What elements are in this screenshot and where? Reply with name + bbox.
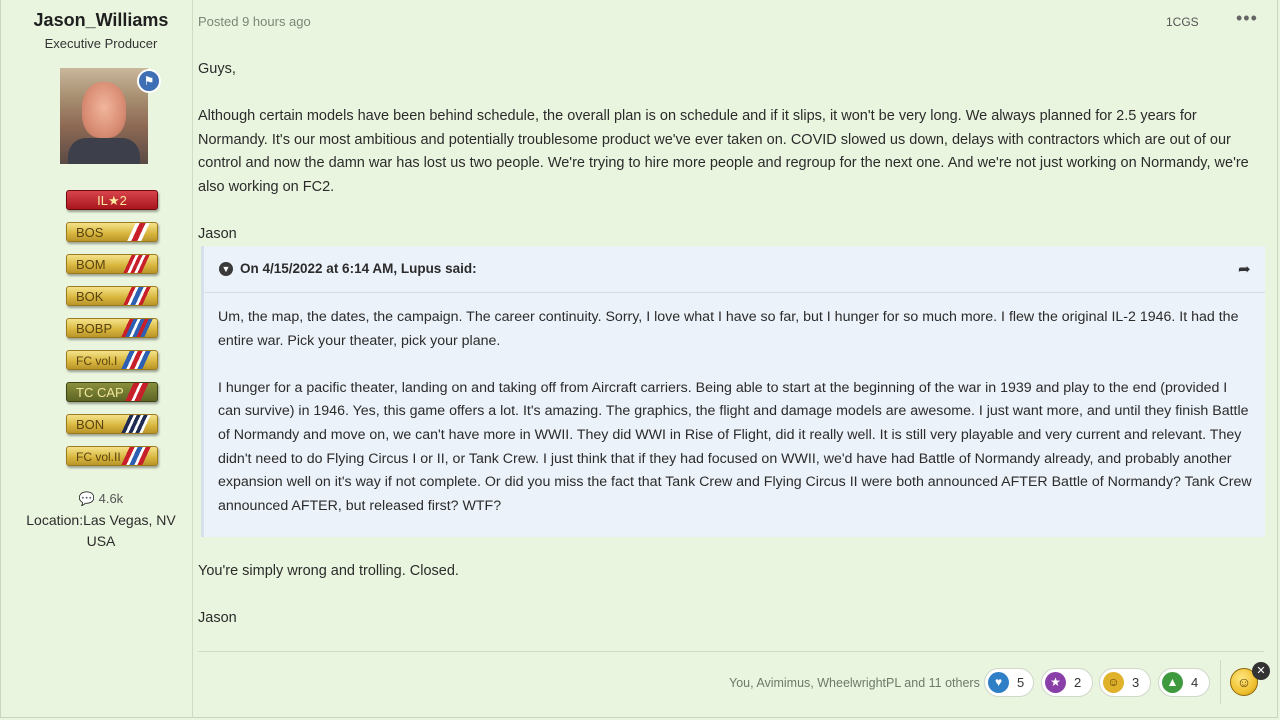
badge-bom[interactable]: BOM [66, 254, 158, 274]
reaction-count: 3 [1132, 675, 1140, 690]
badge-label: TC CAP [76, 385, 124, 400]
close-icon[interactable]: ✕ [1252, 662, 1270, 680]
badge-label: BOM [76, 257, 106, 272]
avatar-shirt [68, 138, 140, 164]
share-arrow-icon[interactable]: ➦ [1238, 260, 1251, 278]
author-title: Executive Producer [44, 36, 158, 51]
badge-label: FC vol.I [76, 354, 118, 368]
post-signature: Jason [198, 226, 237, 243]
post-timestamp[interactable]: Posted 9 hours ago [198, 14, 311, 29]
reaction-trophy[interactable]: ★ 2 [1041, 668, 1093, 697]
surprised-face-icon: ☺ [1103, 672, 1124, 693]
location-value: Las Vegas, NV USA [83, 512, 176, 549]
badge-bon[interactable]: BON [66, 414, 158, 434]
ribbon-stripes [115, 447, 157, 465]
quote-header: ▼ On 4/15/2022 at 6:14 AM, Lupus said: ➦ [204, 246, 1265, 293]
post-content: Guys, Although certain models have been … [198, 58, 1264, 247]
author-name[interactable]: Jason_Williams [9, 10, 193, 31]
reaction-like[interactable]: ♥ 5 [984, 668, 1034, 697]
ribbon-stripes [115, 319, 157, 337]
divider [198, 651, 1264, 652]
upvote-arrow-icon: ▲ [1162, 672, 1183, 693]
reaction-count: 2 [1074, 675, 1082, 690]
reaction-count: 4 [1191, 675, 1199, 690]
reaction-upvote[interactable]: ▲ 4 [1158, 668, 1210, 697]
author-location: Location:Las Vegas, NV USA [21, 510, 181, 552]
badge-bos[interactable]: BOS [66, 222, 158, 242]
avatar-face [82, 82, 126, 138]
heart-icon: ♥ [988, 672, 1009, 693]
quote-paragraph: I hunger for a pacific theater, landing … [218, 379, 1252, 514]
divider [1220, 660, 1221, 704]
reaction-surprised[interactable]: ☺ 3 [1099, 668, 1151, 697]
ribbon-stripes [115, 351, 157, 369]
post-reply: You're simply wrong and trolling. Closed… [198, 560, 1264, 631]
badge-label: FC vol.II [76, 450, 121, 464]
reply-text: You're simply wrong and trolling. Closed… [198, 563, 459, 579]
badge-bobp[interactable]: BOBP [66, 318, 158, 338]
ribbon-stripes [115, 287, 157, 305]
reacted-by-text[interactable]: You, Avimimus, WheelwrightPL and 11 othe… [729, 676, 980, 690]
ribbon-stripes [115, 255, 157, 273]
badge-il2[interactable]: IL★2 [66, 190, 158, 210]
reaction-count: 5 [1017, 675, 1025, 690]
post-paragraph: Although certain models have been behind… [198, 108, 1249, 195]
badge-label: BON [76, 417, 105, 432]
author-panel: Jason_Williams Executive Producer ⚑ IL★2… [9, 0, 193, 718]
quote-content: Um, the map, the dates, the campaign. Th… [218, 306, 1254, 518]
group-tag: 1CGS [1166, 15, 1199, 29]
comment-icon: 💬 [78, 491, 95, 506]
shield-icon: ⚑ [137, 69, 161, 93]
badge-label: BOS [76, 225, 104, 240]
location-label: Location: [26, 512, 84, 528]
avatar[interactable] [60, 68, 148, 164]
badge-label: IL★2 [97, 193, 127, 208]
quote-attribution[interactable]: On 4/15/2022 at 6:14 AM, Lupus said: [240, 261, 477, 276]
chevron-down-icon[interactable]: ▼ [219, 262, 233, 276]
badge-fc-vol1[interactable]: FC vol.I [66, 350, 158, 370]
post-greeting: Guys, [198, 61, 236, 77]
post-count-value: 4.6k [98, 491, 124, 506]
quote-paragraph: Um, the map, the dates, the campaign. Th… [218, 309, 1239, 349]
post-count: 💬 4.6k [9, 491, 193, 507]
badge-fc-vol2[interactable]: FC vol.II [66, 446, 158, 466]
ribbon-stripes [115, 415, 157, 433]
badge-tc-cap[interactable]: TC CAP [66, 382, 158, 402]
post-signature: Jason [198, 610, 237, 627]
badge-bok[interactable]: BOK [66, 286, 158, 306]
badge-label: BOK [76, 289, 104, 304]
post-container: Jason_Williams Executive Producer ⚑ IL★2… [0, 0, 1278, 718]
ribbon-stripes [115, 223, 157, 241]
quote-block: ▼ On 4/15/2022 at 6:14 AM, Lupus said: ➦… [201, 246, 1265, 537]
more-options-icon[interactable]: ••• [1236, 8, 1258, 29]
trophy-icon: ★ [1045, 672, 1066, 693]
badge-label: BOBP [76, 321, 113, 336]
